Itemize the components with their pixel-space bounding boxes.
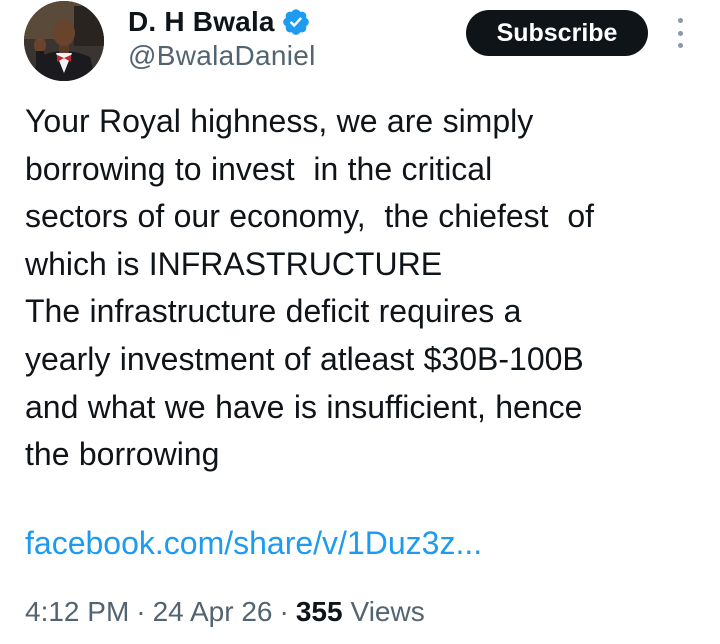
tweet-text: Your Royal highness, we are simply borro… bbox=[25, 103, 595, 473]
tweet-link[interactable]: facebook.com/share/v/1Duz3z... bbox=[25, 520, 482, 567]
views-count[interactable]: 355 bbox=[296, 590, 343, 634]
meta-separator: · bbox=[279, 596, 289, 627]
verified-badge-icon bbox=[281, 7, 311, 37]
meta-separator: · bbox=[136, 596, 146, 627]
tweet-time[interactable]: 4:12 PM bbox=[25, 590, 129, 634]
tweet-meta: 4:12 PM · 24 Apr 26 · 355 Views bbox=[25, 590, 425, 634]
author-name[interactable]: D. H Bwala bbox=[128, 6, 275, 38]
more-vertical-icon[interactable] bbox=[672, 18, 688, 48]
views-label[interactable]: Views bbox=[343, 590, 425, 634]
avatar[interactable] bbox=[24, 1, 104, 81]
tweet-date[interactable]: 24 Apr 26 bbox=[153, 590, 273, 634]
avatar-photo bbox=[24, 1, 104, 81]
author-handle[interactable]: @BwalaDaniel bbox=[128, 40, 316, 72]
subscribe-button[interactable]: Subscribe bbox=[466, 10, 648, 56]
tweet: D. H Bwala @BwalaDaniel Subscribe Your R… bbox=[0, 0, 720, 644]
author-name-row: D. H Bwala bbox=[128, 2, 311, 42]
